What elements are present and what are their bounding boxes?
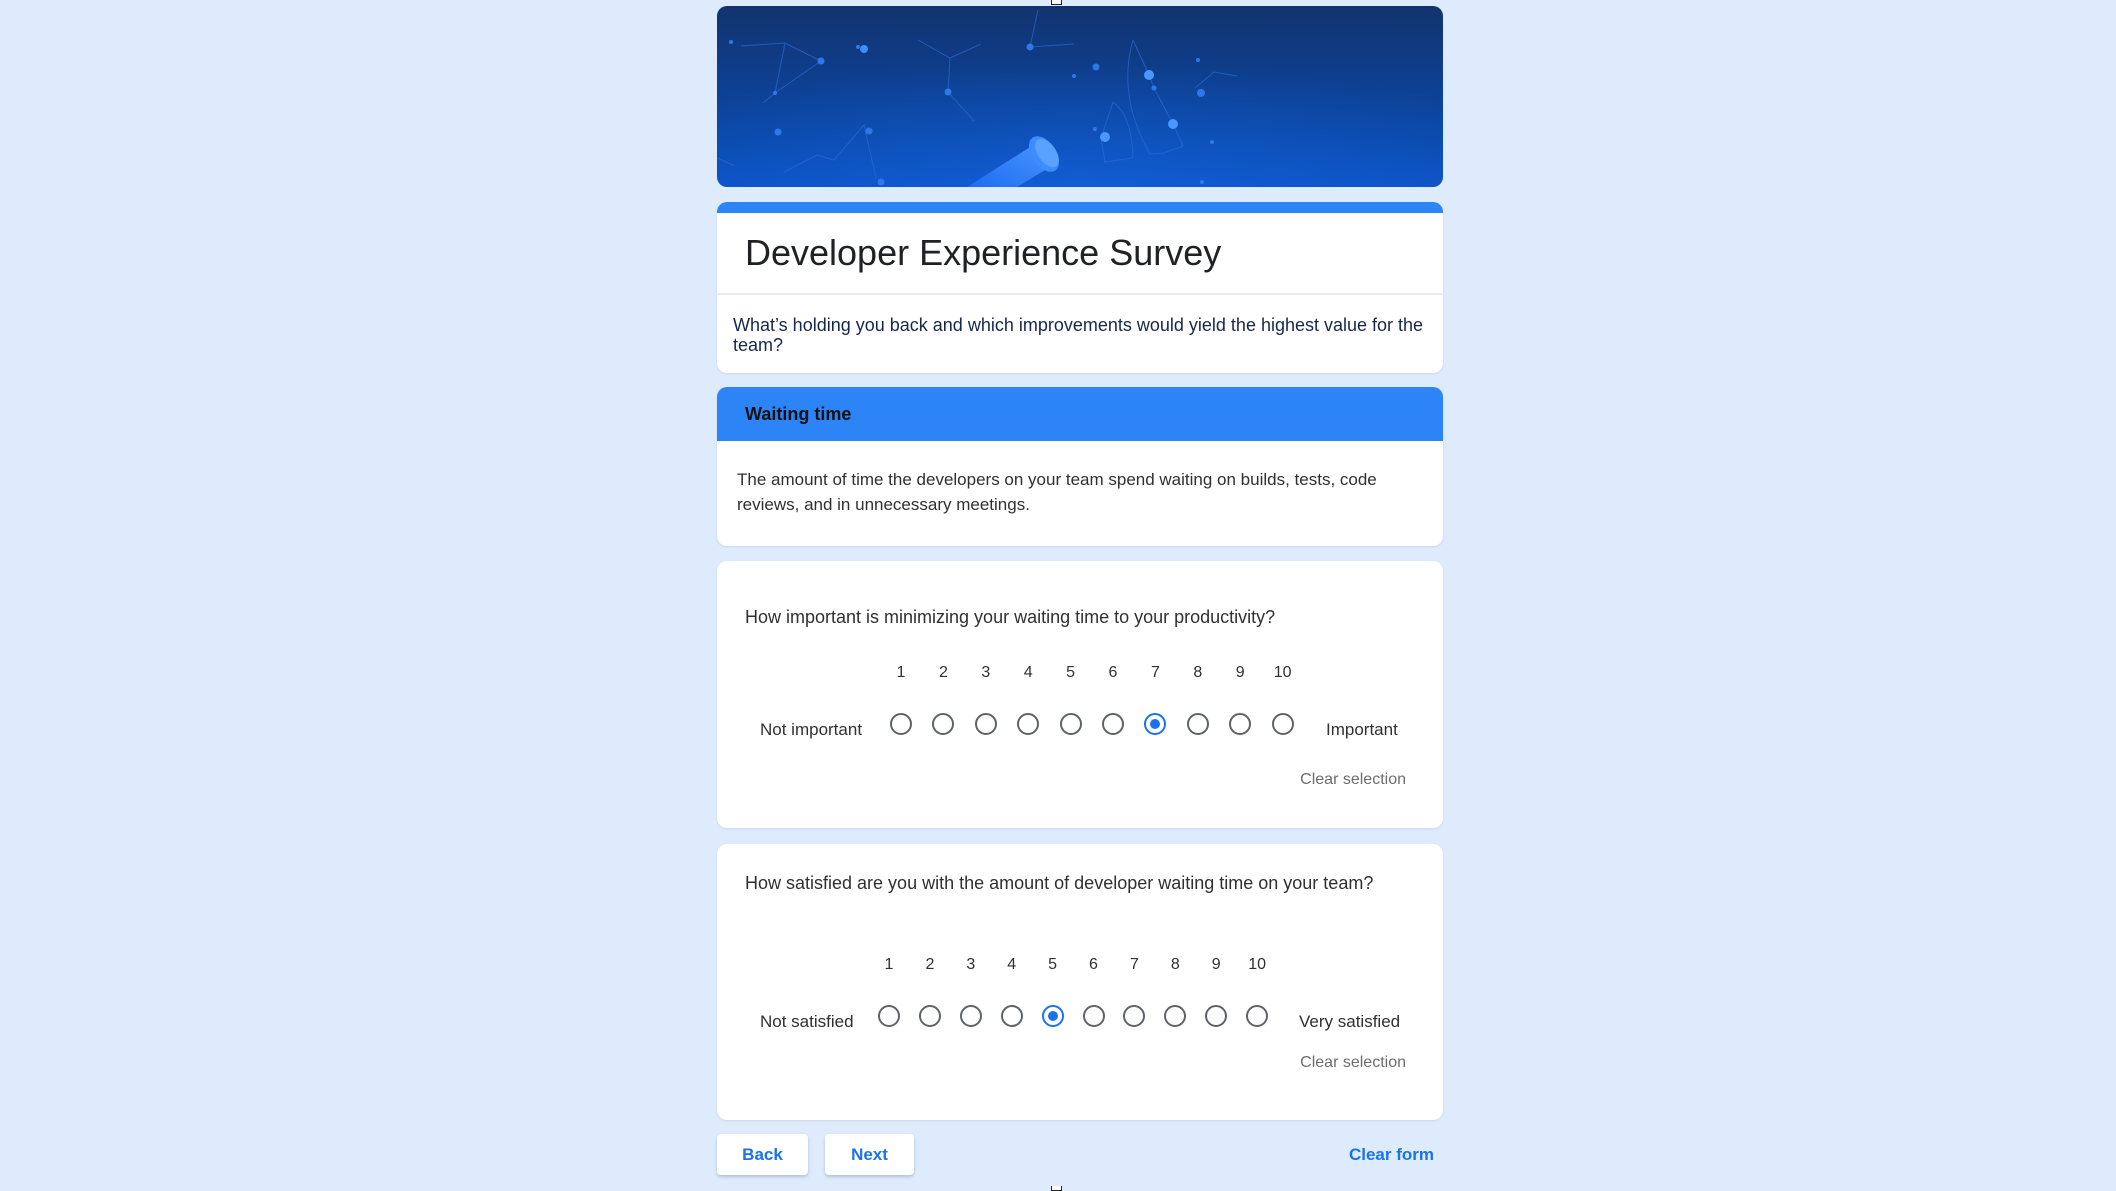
scale-min-label: Not important — [760, 720, 863, 739]
scale-number-label: 8 — [1193, 664, 1203, 681]
scale-number-label: 6 — [1108, 664, 1118, 681]
scale-number-label: 8 — [1170, 956, 1180, 973]
scale-radio-6[interactable] — [1102, 713, 1124, 735]
scale-number-label: 7 — [1129, 956, 1139, 973]
telescope-constellation-icon — [717, 6, 1443, 187]
scale-radio-8[interactable] — [1186, 713, 1209, 735]
scale-number-label: 7 — [1150, 664, 1160, 681]
scale-radio-3[interactable] — [974, 713, 997, 735]
clear-selection-button[interactable]: Clear selection — [1300, 771, 1406, 789]
scale-number-label: 3 — [981, 664, 991, 681]
scale-number-label: 5 — [1066, 664, 1076, 681]
question-text: How important is minimizing your waiting… — [745, 607, 1276, 627]
question-text: How satisfied are you with the amount of… — [745, 873, 1374, 893]
scale-radio-7[interactable] — [1123, 1005, 1146, 1027]
scale-radio-10[interactable] — [1246, 1005, 1269, 1027]
scale-number-label: 5 — [1048, 956, 1058, 973]
scale-radio-5[interactable] — [1059, 713, 1082, 735]
scale-radio-7[interactable] — [1144, 713, 1167, 735]
scale-radio-4[interactable] — [1000, 1005, 1023, 1027]
theme-accent-bar — [717, 202, 1443, 213]
scale-radio-4[interactable] — [1017, 713, 1040, 735]
scale-radio-3[interactable] — [959, 1005, 982, 1027]
question-card-satisfaction: How satisfied are you with the amount of… — [717, 844, 1443, 1120]
header-banner — [717, 6, 1443, 187]
scale-number-label: 4 — [1023, 664, 1033, 681]
scale-number-label: 2 — [938, 664, 948, 681]
scale-radio-6[interactable] — [1082, 1005, 1105, 1027]
section-card: Waiting time The amount of time the deve… — [717, 387, 1443, 546]
scale-max-label: Important — [1326, 720, 1398, 739]
scale-radio-9[interactable] — [1205, 1005, 1228, 1027]
scale-number-label: 10 — [1273, 664, 1292, 681]
form-title: Developer Experience Survey — [745, 232, 1222, 273]
scale-radio-1[interactable] — [890, 713, 912, 735]
next-button[interactable]: Next — [825, 1134, 914, 1175]
scale-radio-2[interactable] — [932, 713, 955, 735]
scale-radio-10[interactable] — [1271, 713, 1294, 735]
scale-min-label: Not satisfied — [760, 1012, 854, 1031]
scale-number-label: 1 — [884, 956, 894, 973]
form-column: Developer Experience Survey What’s holdi… — [717, 0, 1443, 1190]
scale-radio-2[interactable] — [918, 1005, 941, 1027]
question-card-importance: How important is minimizing your waiting… — [717, 561, 1443, 828]
scale-number-label: 3 — [966, 956, 976, 973]
form-description: What’s holding you back and which improv… — [733, 315, 1424, 355]
form-title-card: Developer Experience Survey What’s holdi… — [717, 202, 1443, 373]
scale-radio-5[interactable] — [1041, 1005, 1064, 1027]
scale-number-label: 10 — [1248, 956, 1266, 973]
scale-max-label: Very satisfied — [1299, 1012, 1401, 1031]
scale-number-label: 9 — [1211, 956, 1221, 973]
clear-selection-button[interactable]: Clear selection — [1300, 1054, 1406, 1072]
section-description: The amount of time the developers on you… — [737, 470, 1377, 514]
scale-number-label: 9 — [1235, 664, 1245, 681]
section-title: Waiting time — [717, 387, 1443, 441]
scale-radio-9[interactable] — [1229, 713, 1252, 735]
scale-number-label: 6 — [1089, 956, 1098, 973]
scale-radio-1[interactable] — [878, 1005, 900, 1027]
back-button[interactable]: Back — [717, 1134, 808, 1175]
cursor-indicator-bottom — [1051, 1186, 1062, 1191]
clear-form-button[interactable]: Clear form — [1349, 1134, 1434, 1175]
scale-number-label: 2 — [925, 956, 935, 973]
scale-number-label: 1 — [896, 664, 906, 681]
scale-radio-8[interactable] — [1164, 1005, 1187, 1027]
scale-number-label: 4 — [1007, 956, 1017, 973]
